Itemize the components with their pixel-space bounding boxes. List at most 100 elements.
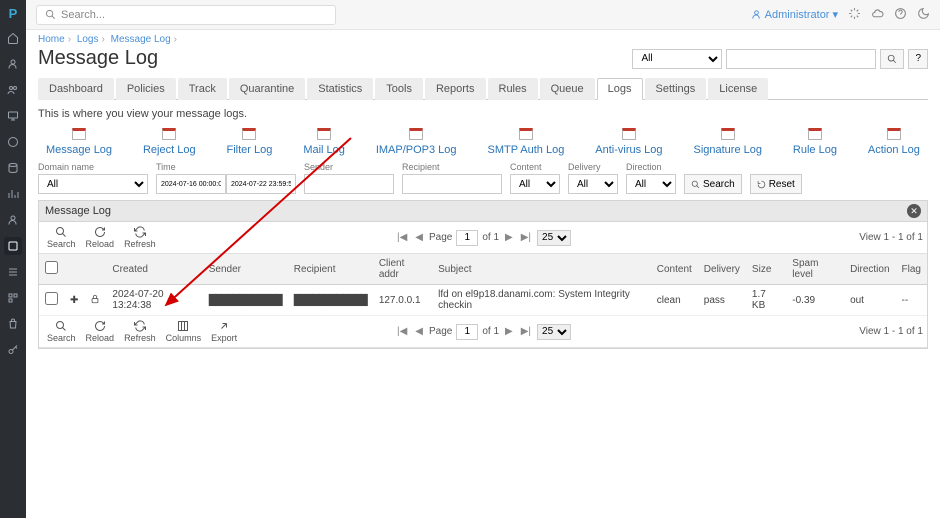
page-first[interactable]: |◀ <box>395 232 409 243</box>
select-all-checkbox[interactable] <box>45 261 58 274</box>
calendar-icon <box>808 128 822 140</box>
page-input[interactable] <box>456 230 478 246</box>
panel-close-icon[interactable]: ✕ <box>907 204 921 218</box>
tool-export[interactable]: Export <box>207 318 241 345</box>
tool-columns[interactable]: Columns <box>162 318 206 345</box>
theme-icon[interactable] <box>917 7 930 23</box>
reset-button[interactable]: Reset <box>750 174 802 194</box>
tab-dashboard[interactable]: Dashboard <box>38 78 114 100</box>
tool-refresh-2[interactable]: Refresh <box>120 318 160 345</box>
logtype-av[interactable]: Anti-virus Log <box>595 128 662 156</box>
tool-search-2[interactable]: Search <box>43 318 80 345</box>
nav-stats-icon[interactable] <box>4 185 22 203</box>
extensions-icon[interactable] <box>848 7 861 23</box>
pagesize-select[interactable]: 25 <box>537 230 571 246</box>
page-first-2[interactable]: |◀ <box>395 326 409 337</box>
logtype-mail[interactable]: Mail Log <box>303 128 345 156</box>
nav-sliders-icon[interactable] <box>4 263 22 281</box>
help-icon[interactable] <box>894 7 907 23</box>
admin-menu[interactable]: Administrator ▾ <box>751 8 838 21</box>
logtype-action[interactable]: Action Log <box>868 128 920 156</box>
logtype-message[interactable]: Message Log <box>46 128 112 156</box>
table-row[interactable]: ✚ 2024-07-20 13:24:38 ████████████ █████… <box>39 285 927 316</box>
col-created[interactable]: Created <box>106 254 202 285</box>
logtype-filter[interactable]: Filter Log <box>227 128 273 156</box>
search-button[interactable]: Search <box>684 174 742 194</box>
tab-queue[interactable]: Queue <box>540 78 595 100</box>
nav-grid-icon[interactable] <box>4 289 22 307</box>
nav-bag-icon[interactable] <box>4 315 22 333</box>
tab-policies[interactable]: Policies <box>116 78 176 100</box>
row-checkbox[interactable] <box>45 292 58 305</box>
domain-select[interactable]: All <box>38 174 148 194</box>
tool-reload[interactable]: Reload <box>82 224 119 251</box>
col-flag[interactable]: Flag <box>896 254 927 285</box>
nav-key-icon[interactable] <box>4 341 22 359</box>
nav-user-icon[interactable] <box>4 211 22 229</box>
delivery-select[interactable]: All <box>568 174 618 194</box>
page-next-2[interactable]: ▶ <box>503 326 515 337</box>
tab-logs[interactable]: Logs <box>597 78 643 100</box>
title-help-button[interactable]: ? <box>908 49 928 69</box>
page-last-2[interactable]: ▶| <box>519 326 533 337</box>
title-search-button[interactable] <box>880 49 904 69</box>
title-filter-select[interactable]: All <box>632 49 722 69</box>
tab-license[interactable]: License <box>708 78 768 100</box>
nav-wp-icon[interactable] <box>4 133 22 151</box>
logo[interactable]: P <box>9 6 18 21</box>
logtype-reject[interactable]: Reject Log <box>143 128 196 156</box>
nav-home-icon[interactable] <box>4 29 22 47</box>
nav-active-icon[interactable] <box>4 237 22 255</box>
col-size[interactable]: Size <box>746 254 786 285</box>
page-last[interactable]: ▶| <box>519 232 533 243</box>
title-search-input[interactable] <box>726 49 876 69</box>
page-prev[interactable]: ◀ <box>413 232 425 243</box>
crumb-current[interactable]: Message Log <box>111 34 171 45</box>
content-select[interactable]: All <box>510 174 560 194</box>
col-sender[interactable]: Sender <box>203 254 288 285</box>
nav-people-icon[interactable] <box>4 55 22 73</box>
tool-refresh[interactable]: Refresh <box>120 224 160 251</box>
crumb-home[interactable]: Home <box>38 34 65 45</box>
topbar: Search... Administrator ▾ <box>26 0 940 30</box>
page-input-2[interactable] <box>456 324 478 340</box>
tab-rules[interactable]: Rules <box>488 78 538 100</box>
col-recipient[interactable]: Recipient <box>288 254 373 285</box>
tab-settings[interactable]: Settings <box>645 78 707 100</box>
col-delivery[interactable]: Delivery <box>698 254 746 285</box>
col-subject[interactable]: Subject <box>432 254 651 285</box>
logtype-imap[interactable]: IMAP/POP3 Log <box>376 128 457 156</box>
pagesize-select-2[interactable]: 25 <box>537 324 571 340</box>
col-content[interactable]: Content <box>651 254 698 285</box>
time-from-input[interactable] <box>156 174 226 194</box>
tab-track[interactable]: Track <box>178 78 227 100</box>
recipient-input[interactable] <box>402 174 502 194</box>
tab-tools[interactable]: Tools <box>375 78 423 100</box>
crumb-logs[interactable]: Logs <box>77 34 99 45</box>
col-direction[interactable]: Direction <box>844 254 895 285</box>
direction-select[interactable]: All <box>626 174 676 194</box>
calendar-icon <box>242 128 256 140</box>
cloud-icon[interactable] <box>871 7 884 23</box>
page-prev-2[interactable]: ◀ <box>413 326 425 337</box>
logtype-rule[interactable]: Rule Log <box>793 128 837 156</box>
tab-statistics[interactable]: Statistics <box>307 78 373 100</box>
col-client[interactable]: Client addr <box>373 254 432 285</box>
nav-group-icon[interactable] <box>4 81 22 99</box>
calendar-icon <box>887 128 901 140</box>
tool-search[interactable]: Search <box>43 224 80 251</box>
tab-reports[interactable]: Reports <box>425 78 486 100</box>
time-to-input[interactable] <box>226 174 296 194</box>
nav-monitor-icon[interactable] <box>4 107 22 125</box>
expand-icon[interactable]: ✚ <box>70 295 78 306</box>
tool-reload-2[interactable]: Reload <box>82 318 119 345</box>
col-spam[interactable]: Spam level <box>786 254 844 285</box>
nav-db-icon[interactable] <box>4 159 22 177</box>
tab-quarantine[interactable]: Quarantine <box>229 78 305 100</box>
page-next[interactable]: ▶ <box>503 232 515 243</box>
lock-icon <box>90 294 100 304</box>
logtype-sig[interactable]: Signature Log <box>693 128 762 156</box>
sender-input[interactable] <box>304 174 394 194</box>
logtype-smtp[interactable]: SMTP Auth Log <box>487 128 564 156</box>
global-search[interactable]: Search... <box>36 5 336 25</box>
